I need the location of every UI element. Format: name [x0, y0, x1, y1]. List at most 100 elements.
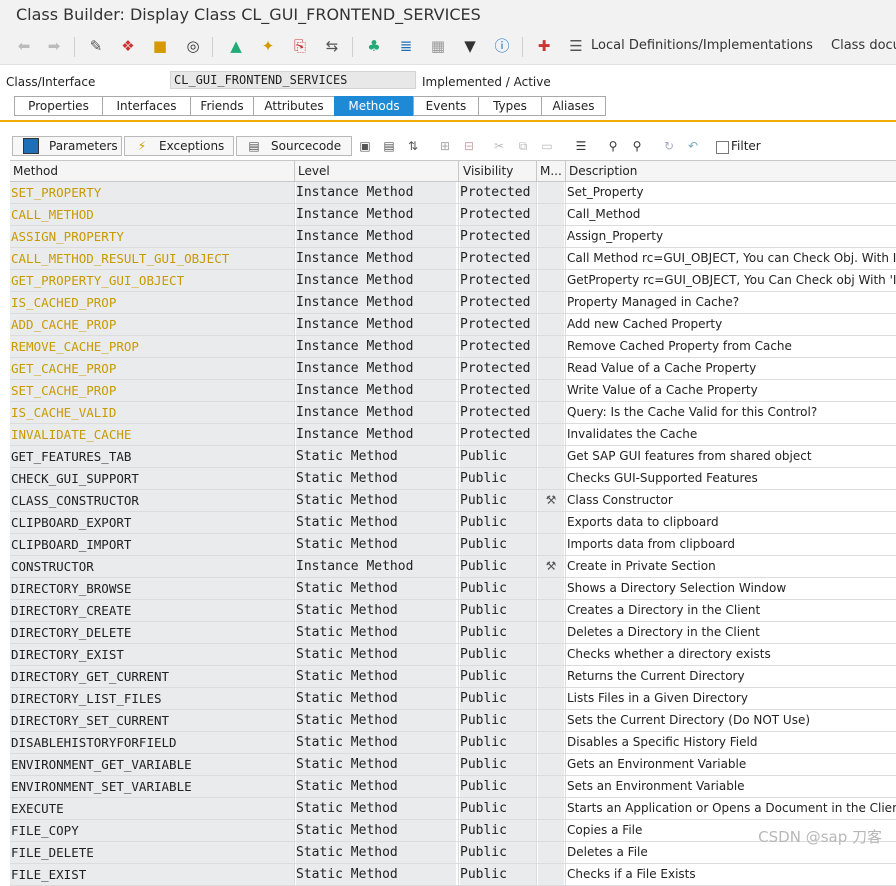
description-cell[interactable]: Checks if a File Exists	[567, 864, 896, 885]
table-row[interactable]: CALL_METHOD Instance Method Protected Call_…	[10, 204, 896, 226]
table-row[interactable]: ENVIRONMENT_GET_VARIABLE Static Method Pub…	[10, 754, 896, 776]
method-cell[interactable]: EXECUTE	[10, 798, 295, 819]
paste-icon[interactable]: ▭	[538, 137, 556, 155]
method-cell[interactable]: ASSIGN_PROPERTY	[10, 226, 295, 247]
method-cell[interactable]: DIRECTORY_DELETE	[10, 622, 295, 643]
method-cell[interactable]: INVALIDATE_CACHE	[10, 424, 295, 445]
description-cell[interactable]: Checks whether a directory exists	[567, 644, 896, 665]
cut-icon[interactable]: ✂	[490, 137, 508, 155]
tab-friends[interactable]: Friends	[190, 96, 253, 116]
table-row[interactable]: CLIPBOARD_EXPORT Static Method Public Expor…	[10, 512, 896, 534]
visibility-cell[interactable]: Public	[460, 446, 536, 467]
visibility-cell[interactable]: Public	[460, 600, 536, 621]
level-cell[interactable]: Static Method	[296, 732, 456, 753]
find-icon[interactable]: ⚲	[604, 137, 622, 155]
level-cell[interactable]: Instance Method	[296, 358, 456, 379]
level-cell[interactable]: Static Method	[296, 842, 456, 863]
description-cell[interactable]: Starts an Application or Opens a Documen…	[567, 798, 896, 819]
undo-icon[interactable]: ↶	[684, 137, 702, 155]
description-cell[interactable]: Sets the Current Directory (Do NOT Use)	[567, 710, 896, 731]
description-cell[interactable]: Add new Cached Property	[567, 314, 896, 335]
table-row[interactable]: EXECUTE Static Method Public Starts an Appl…	[10, 798, 896, 820]
method-cell[interactable]: DIRECTORY_LIST_FILES	[10, 688, 295, 709]
other-object-icon[interactable]: ❖	[118, 36, 138, 56]
level-cell[interactable]: Static Method	[296, 468, 456, 489]
sort-icon[interactable]: ☰	[572, 137, 590, 155]
method-cell[interactable]: SET_CACHE_PROP	[10, 380, 295, 401]
level-cell[interactable]: Static Method	[296, 666, 456, 687]
table-row[interactable]: IS_CACHE_VALID Instance Method Protected Qu…	[10, 402, 896, 424]
column-header-description[interactable]: Description	[569, 164, 637, 178]
class-documentation-button[interactable]: Class docu	[831, 38, 896, 53]
description-cell[interactable]: GetProperty rc=GUI_OBJECT, You Can Check…	[567, 270, 896, 291]
method-cell[interactable]: ENVIRONMENT_GET_VARIABLE	[10, 754, 295, 775]
table-row[interactable]: DIRECTORY_GET_CURRENT Static Method Public…	[10, 666, 896, 688]
visibility-cell[interactable]: Public	[460, 710, 536, 731]
tab-events[interactable]: Events	[413, 96, 478, 116]
copy-icon[interactable]: ⧉	[514, 137, 532, 155]
table-row[interactable]: REMOVE_CACHE_PROP Instance Method Protecte…	[10, 336, 896, 358]
table-row[interactable]: CLIPBOARD_IMPORT Static Method Public Impor…	[10, 534, 896, 556]
description-cell[interactable]: Query: Is the Cache Valid for this Contr…	[567, 402, 896, 423]
navigate-icon[interactable]: ⇆	[322, 36, 342, 56]
table-row[interactable]: CLASS_CONSTRUCTOR Static Method Public ⚒ Cla…	[10, 490, 896, 512]
level-cell[interactable]: Static Method	[296, 600, 456, 621]
description-cell[interactable]: Deletes a Directory in the Client	[567, 622, 896, 643]
visibility-cell[interactable]: Public	[460, 468, 536, 489]
method-cell[interactable]: CLIPBOARD_IMPORT	[10, 534, 295, 555]
local-definitions-button[interactable]: Local Definitions/Implementations	[591, 38, 813, 53]
table-row[interactable]: FILE_EXIST Static Method Public Checks if a…	[10, 864, 896, 886]
description-cell[interactable]: Lists Files in a Given Directory	[567, 688, 896, 709]
method-cell[interactable]: IS_CACHE_VALID	[10, 402, 295, 423]
table-row[interactable]: DIRECTORY_BROWSE Static Method Public Shows…	[10, 578, 896, 600]
visibility-cell[interactable]: Protected	[460, 226, 536, 247]
description-cell[interactable]: Write Value of a Cache Property	[567, 380, 896, 401]
magic-wand-icon[interactable]: ✦	[258, 36, 278, 56]
description-cell[interactable]: Imports data from clipboard	[567, 534, 896, 555]
description-cell[interactable]: Creates a Directory in the Client	[567, 600, 896, 621]
copy-row-icon[interactable]: ▤	[380, 137, 398, 155]
method-cell[interactable]: GET_PROPERTY_GUI_OBJECT	[10, 270, 295, 291]
column-header-modeled[interactable]: M...	[540, 164, 562, 178]
method-cell[interactable]: CLIPBOARD_EXPORT	[10, 512, 295, 533]
method-cell[interactable]: ENVIRONMENT_SET_VARIABLE	[10, 776, 295, 797]
visibility-cell[interactable]: Public	[460, 578, 536, 599]
tab-properties[interactable]: Properties	[14, 96, 102, 116]
level-cell[interactable]: Static Method	[296, 644, 456, 665]
object-list-icon[interactable]: ▲	[226, 36, 246, 56]
local-definitions-icon[interactable]: ☰	[566, 36, 586, 56]
description-cell[interactable]: Assign_Property	[567, 226, 896, 247]
table-row[interactable]: CONSTRUCTOR Instance Method Public ⚒ Create …	[10, 556, 896, 578]
method-cell[interactable]: REMOVE_CACHE_PROP	[10, 336, 295, 357]
method-cell[interactable]: GET_CACHE_PROP	[10, 358, 295, 379]
refresh-icon[interactable]: ↻	[660, 137, 678, 155]
level-cell[interactable]: Static Method	[296, 578, 456, 599]
method-cell[interactable]: CALL_METHOD	[10, 204, 295, 225]
level-cell[interactable]: Instance Method	[296, 248, 456, 269]
tree-icon[interactable]: ≣	[396, 36, 416, 56]
visibility-cell[interactable]: Public	[460, 556, 536, 577]
description-cell[interactable]: Returns the Current Directory	[567, 666, 896, 687]
table-row[interactable]: ENVIRONMENT_SET_VARIABLE Static Method Pub…	[10, 776, 896, 798]
description-cell[interactable]: Gets an Environment Variable	[567, 754, 896, 775]
description-cell[interactable]: Disables a Specific History Field	[567, 732, 896, 753]
visibility-cell[interactable]: Public	[460, 732, 536, 753]
description-cell[interactable]: Remove Cached Property from Cache	[567, 336, 896, 357]
level-cell[interactable]: Instance Method	[296, 204, 456, 225]
table-row[interactable]: DIRECTORY_LIST_FILES Static Method Public L…	[10, 688, 896, 710]
table-row[interactable]: ADD_CACHE_PROP Instance Method Protected Ad…	[10, 314, 896, 336]
visibility-cell[interactable]: Public	[460, 754, 536, 775]
method-cell[interactable]: IS_CACHED_PROP	[10, 292, 295, 313]
method-cell[interactable]: DIRECTORY_SET_CURRENT	[10, 710, 295, 731]
level-cell[interactable]: Instance Method	[296, 314, 456, 335]
visibility-cell[interactable]: Protected	[460, 248, 536, 269]
check-icon[interactable]: ⎘	[290, 36, 310, 56]
table-row[interactable]: DIRECTORY_CREATE Static Method Public Creat…	[10, 600, 896, 622]
table-row[interactable]: SET_CACHE_PROP Instance Method Protected Wr…	[10, 380, 896, 402]
description-cell[interactable]: Invalidates the Cache	[567, 424, 896, 445]
description-cell[interactable]: Shows a Directory Selection Window	[567, 578, 896, 599]
visibility-cell[interactable]: Public	[460, 798, 536, 819]
description-cell[interactable]: Call_Method	[567, 204, 896, 225]
visibility-cell[interactable]: Protected	[460, 358, 536, 379]
visibility-cell[interactable]: Public	[460, 666, 536, 687]
